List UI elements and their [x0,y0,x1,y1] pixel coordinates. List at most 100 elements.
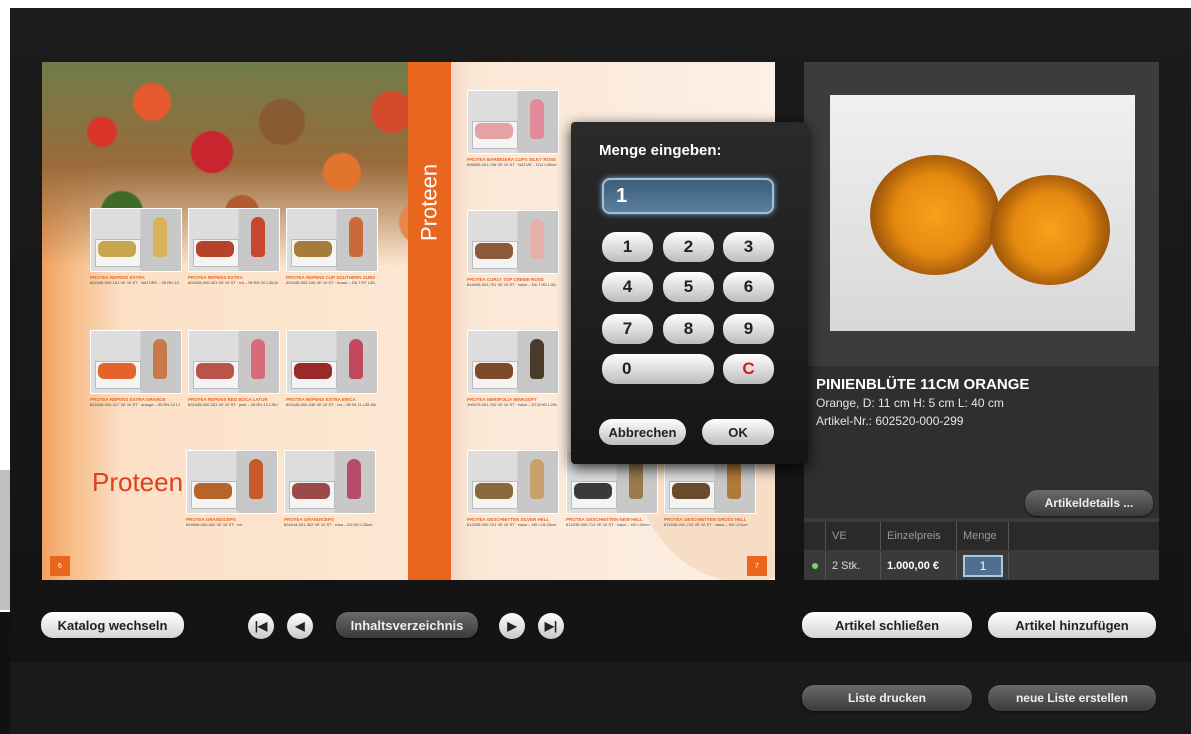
cell-ve: 2 Stk. [826,552,881,580]
product-sub: 612035-000-713 VE 10 ST · natur – HD L20… [566,522,650,527]
article-details-button[interactable]: Artikeldetails ... [1025,490,1153,516]
key-7[interactable]: 7 [602,314,653,344]
catalog-product[interactable]: PROTEA REPENS EXTRA 602445-000-401 VE 10 … [188,208,280,285]
catalog-product[interactable]: PROTEA GRANDICEPS 604808-000-402 VE 15 ST… [186,450,278,527]
product-fill [196,241,234,257]
catalog-product[interactable]: PROTEA REPENS RED BOCA LATUR 602445-000-3… [188,330,280,407]
product-fill [672,483,710,499]
product-flower [349,217,363,257]
price-table: VE Einzelpreis Menge 2 Stk. 1.000,00 € 1 [804,522,1159,580]
catalog-product[interactable]: PROTEA CURLY TOP CREME-ROSE 604095-001-70… [467,210,559,287]
product-thumbnail [286,208,378,272]
catalog-product[interactable]: PROTEA GESCHNITTEN SILVER HELL 612035-000… [467,450,559,527]
page-number-right: 7 [747,556,767,576]
product-fill [194,483,232,499]
dialog-title: Menge eingeben: [599,142,722,159]
product-title: PINIENBLÜTE 11CM ORANGE [816,376,1030,393]
product-description: Orange, D: 11 cm H: 5 cm L: 40 cm [816,396,1004,410]
background-strip-dark [0,612,10,734]
product-fill [292,483,330,499]
last-page-button[interactable]: ▶| [538,613,564,639]
product-thumbnail [188,208,280,272]
product-sub: 602445-000-336 VE 10 ST · rot – 06 05 11… [286,402,376,407]
product-thumbnail [467,330,559,394]
ok-button[interactable]: OK [702,419,774,445]
product-fill [475,123,513,139]
table-header-spacer [804,522,826,550]
product-sub: 602445-000-106 VE 10 ST · braun – D6-7 R… [286,280,376,285]
product-flower [251,217,265,257]
product-thumbnail [467,90,559,154]
key-6[interactable]: 6 [723,272,774,302]
quantity-input[interactable]: 1 [602,178,774,214]
product-sub: 602445-000-331 VE 10 ST · pink – 05 RH-1… [188,402,278,407]
catalog-product[interactable]: PROTEA NERIIFOLIA MINKSOFT 190075-001-700… [467,330,559,407]
first-page-button[interactable]: |◀ [248,613,274,639]
close-article-button[interactable]: Artikel schließen [802,612,972,638]
product-sub: 612035-000-701 VE 10 ST · natur – HD L18… [467,522,557,527]
product-sub: 604808-000-402 VE 15 ST · rot [186,522,242,527]
cancel-button[interactable]: Abbrechen [599,419,686,445]
product-flower [530,219,544,259]
product-thumbnail [186,450,278,514]
table-header: VE Einzelpreis Menge [804,522,1159,550]
key-2[interactable]: 2 [663,232,714,262]
toc-button[interactable]: Inhaltsverzeichnis [336,612,478,638]
spine-title: Proteen [416,163,442,241]
catalog-product[interactable]: PROTEA BARBIGERA CUPS SILKY ROSE 606555-0… [467,90,559,167]
catalog-product[interactable]: PROTEA REPENS EXTRA ORANGE 602445-000-317… [90,330,182,407]
catalog-product[interactable]: PROTEA REPENS EXTRA ERICA 602445-000-336 … [286,330,378,407]
product-fill [98,363,136,379]
quantity-field[interactable]: 1 [963,555,1003,577]
product-flower [530,99,544,139]
product-detail-panel: PINIENBLÜTE 11CM ORANGE Orange, D: 11 cm… [804,62,1159,580]
product-thumbnail [467,450,559,514]
key-4[interactable]: 4 [602,272,653,302]
flower-shape [870,155,1000,275]
product-fill [294,241,332,257]
prev-icon: ◀ [295,619,305,633]
key-3[interactable]: 3 [723,232,774,262]
article-number: Artikel-Nr.: 602520-000-299 [816,414,964,428]
new-list-button[interactable]: neue Liste erstellen [988,685,1156,711]
print-list-button[interactable]: Liste drucken [802,685,972,711]
section-title: Proteen [92,467,184,497]
next-page-button[interactable]: ▶ [499,613,525,639]
header-price: Einzelpreis [881,522,957,550]
catalog-product[interactable]: PROTEA REPENS CUP SOUTHERN SUNS 602445-00… [286,208,378,285]
status-dot-icon [812,563,818,569]
catalog-product[interactable]: PROTEA GRANDICEPS 604244-001-302 VE 10 ST… [284,450,376,527]
table-row: 2 Stk. 1.000,00 € 1 [804,552,1159,580]
key-0[interactable]: 0 [602,354,714,384]
product-fill [475,483,513,499]
key-1[interactable]: 1 [602,232,653,262]
product-sub: 612035-002-723 VE 10 ST · natur – HD L21… [664,522,748,527]
product-flower [530,339,544,379]
product-fill [196,363,234,379]
product-flower [347,459,361,499]
cell-quantity: 1 [957,552,1009,580]
product-flower [727,459,741,499]
product-flower [629,459,643,499]
prev-page-button[interactable]: ◀ [287,613,313,639]
product-image [830,95,1135,331]
switch-catalog-button[interactable]: Katalog wechseln [41,612,184,638]
flower-shape [990,175,1110,285]
add-article-button[interactable]: Artikel hinzufügen [988,612,1156,638]
header-ve: VE [826,522,881,550]
product-flower [153,217,167,257]
product-flower [251,339,265,379]
product-flower [530,459,544,499]
product-sub: 602445-000-317 VE 10 ST · orange – 05 RH… [90,402,180,407]
product-thumbnail [188,330,280,394]
clear-key[interactable]: C [723,354,774,384]
key-8[interactable]: 8 [663,314,714,344]
key-5[interactable]: 5 [663,272,714,302]
status-cell [804,552,826,580]
key-9[interactable]: 9 [723,314,774,344]
product-sub: 604095-001-701 VE 10 ST · natur – D6-7 H… [467,282,557,287]
product-sub: 602445-000-101 VE 10 ST · NATURE – 05 RH… [90,280,180,285]
catalog-product[interactable]: PROTEA REPENS EXTRA 602445-000-101 VE 10 … [90,208,182,285]
spine-band [408,62,451,580]
product-sub: 190075-001-700 VE 10 ST · natur – D7-8 H… [467,402,557,407]
